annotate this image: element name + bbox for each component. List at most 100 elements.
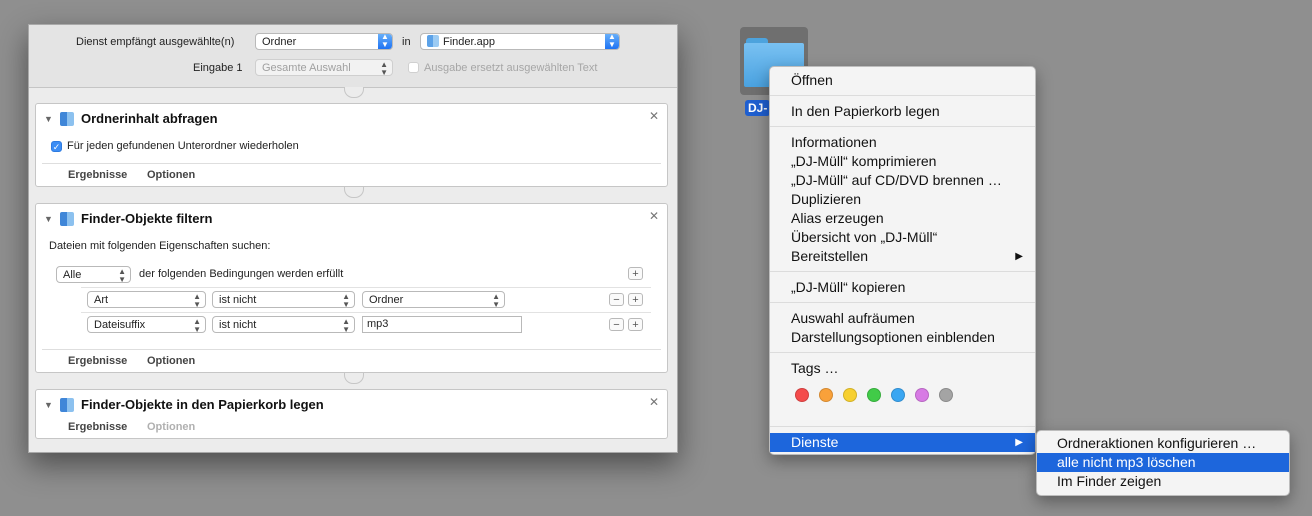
menu-item-services[interactable]: Dienste ▶: [770, 433, 1035, 452]
action-get-folder-contents: ▼ Ordnerinhalt abfragen ✕ ✓ Für jeden ge…: [35, 103, 668, 187]
filter-description: Dateien mit folgenden Eigenschaften such…: [49, 240, 271, 252]
receives-value: Ordner: [262, 36, 297, 48]
tab-options[interactable]: Optionen: [147, 421, 195, 433]
menu-separator: [770, 352, 1035, 353]
remove-condition-button[interactable]: −: [609, 293, 624, 306]
condition-attribute: Art: [94, 294, 109, 306]
tab-options[interactable]: Optionen: [147, 169, 195, 181]
input-value: Gesamte Auswahl: [262, 62, 351, 74]
menu-item-open[interactable]: Öffnen: [770, 71, 1035, 90]
action-move-to-trash: ▼ Finder-Objekte in den Papierkorb legen…: [35, 389, 668, 439]
finder-icon: [60, 398, 74, 412]
close-icon[interactable]: ✕: [649, 109, 659, 123]
menu-item-view-options[interactable]: Darstellungsoptionen einblenden: [770, 328, 1035, 347]
tag-color-dot[interactable]: [915, 388, 929, 402]
popup-arrows-icon: ▲ ▼: [193, 292, 201, 308]
menu-separator: [770, 126, 1035, 127]
folder-label[interactable]: DJ-: [745, 100, 771, 116]
menu-item-compress[interactable]: „DJ-Müll“ komprimieren: [770, 152, 1035, 171]
finder-icon: [427, 35, 439, 47]
tag-color-dot[interactable]: [891, 388, 905, 402]
workflow-header: Dienst empfängt ausgewählte(n) Ordner ▲ ▼…: [29, 25, 677, 88]
tab-results[interactable]: Ergebnisse: [68, 355, 127, 367]
receives-label: Dienst empfängt ausgewählte(n): [76, 36, 235, 48]
condition-attribute-popup[interactable]: Dateisuffix ▲ ▼: [87, 316, 206, 333]
action-footer: Ergebnisse Optionen: [42, 416, 661, 438]
condition-operator: ist nicht: [219, 294, 257, 306]
condition-value: Ordner: [369, 294, 404, 306]
match-popup[interactable]: Alle ▲ ▼: [56, 266, 131, 283]
condition-operator: ist nicht: [219, 319, 257, 331]
tag-color-dot[interactable]: [867, 388, 881, 402]
menu-item-copy[interactable]: „DJ-Müll“ kopieren: [770, 278, 1035, 297]
menu-item-trash[interactable]: In den Papierkorb legen: [770, 102, 1035, 121]
submenu-arrow-icon: ▶: [1015, 437, 1023, 448]
submenu-item-show-in-finder[interactable]: Im Finder zeigen: [1037, 472, 1289, 491]
application-popup[interactable]: Finder.app ▲ ▼: [420, 33, 620, 50]
tag-color-dot[interactable]: [795, 388, 809, 402]
close-icon[interactable]: ✕: [649, 209, 659, 223]
finder-icon: [60, 112, 74, 126]
condition-attribute: Dateisuffix: [94, 319, 146, 331]
menu-item-burn[interactable]: „DJ-Müll“ auf CD/DVD brennen …: [770, 171, 1035, 190]
add-condition-button[interactable]: +: [628, 318, 643, 331]
disclosure-triangle-icon[interactable]: ▼: [44, 114, 53, 124]
tab-options[interactable]: Optionen: [147, 355, 195, 367]
condition-operator-popup[interactable]: ist nicht ▲ ▼: [212, 291, 355, 308]
input-popup[interactable]: Gesamte Auswahl ▲ ▼: [255, 59, 393, 76]
tag-color-dot[interactable]: [843, 388, 857, 402]
divider: [81, 312, 651, 313]
receives-popup[interactable]: Ordner ▲ ▼: [255, 33, 393, 50]
add-condition-button[interactable]: +: [628, 267, 643, 280]
popup-arrows-icon: ▲ ▼: [342, 292, 350, 308]
popup-arrows-icon: ▲ ▼: [605, 34, 619, 49]
action-connector: [344, 373, 364, 384]
condition-attribute-popup[interactable]: Art ▲ ▼: [87, 291, 206, 308]
action-title: Finder-Objekte filtern: [81, 211, 213, 226]
tab-results[interactable]: Ergebnisse: [68, 169, 127, 181]
action-title: Finder-Objekte in den Papierkorb legen: [81, 397, 324, 412]
tab-results[interactable]: Ergebnisse: [68, 421, 127, 433]
replace-text-label: Ausgabe ersetzt ausgewählten Text: [424, 62, 598, 74]
match-value: Alle: [63, 269, 82, 281]
condition-operator-popup[interactable]: ist nicht ▲ ▼: [212, 316, 355, 333]
popup-arrows-icon: ▲ ▼: [380, 60, 388, 76]
disclosure-triangle-icon[interactable]: ▼: [44, 400, 53, 410]
submenu-item-folder-actions[interactable]: Ordneraktionen konfigurieren …: [1037, 434, 1289, 453]
application-value: Finder.app: [443, 36, 495, 48]
action-connector: [344, 187, 364, 198]
menu-separator: [770, 271, 1035, 272]
repeat-subfolders-checkbox[interactable]: ✓: [51, 141, 62, 152]
condition-value-input[interactable]: mp3: [362, 316, 522, 333]
context-menu: Öffnen In den Papierkorb legen Informati…: [769, 66, 1036, 455]
menu-item-tags[interactable]: Tags …: [770, 359, 1035, 378]
tag-color-dot[interactable]: [939, 388, 953, 402]
repeat-subfolders-label: Für jeden gefundenen Unterordner wiederh…: [67, 140, 299, 152]
menu-item-share[interactable]: Bereitstellen ▶: [770, 247, 1035, 266]
action-connector: [344, 87, 364, 98]
add-condition-button[interactable]: +: [628, 293, 643, 306]
menu-item-duplicate[interactable]: Duplizieren: [770, 190, 1035, 209]
services-submenu: Ordneraktionen konfigurieren … alle nich…: [1036, 430, 1290, 496]
condition-value-popup[interactable]: Ordner ▲ ▼: [362, 291, 505, 308]
menu-item-info[interactable]: Informationen: [770, 133, 1035, 152]
replace-text-checkbox[interactable]: [408, 62, 419, 73]
popup-arrows-icon: ▲ ▼: [378, 34, 392, 49]
popup-arrows-icon: ▲ ▼: [492, 292, 500, 308]
divider: [81, 287, 651, 288]
close-icon[interactable]: ✕: [649, 395, 659, 409]
remove-condition-button[interactable]: −: [609, 318, 624, 331]
submenu-arrow-icon: ▶: [1015, 251, 1023, 262]
menu-item-quicklook[interactable]: Übersicht von „DJ-Müll“: [770, 228, 1035, 247]
popup-arrows-icon: ▲ ▼: [342, 317, 350, 333]
submenu-item-delete-non-mp3[interactable]: alle nicht mp3 löschen: [1037, 453, 1289, 472]
action-filter-finder-items: ▼ Finder-Objekte filtern ✕ Dateien mit f…: [35, 203, 668, 373]
menu-separator: [770, 426, 1035, 427]
match-suffix: der folgenden Bedingungen werden erfüllt: [139, 268, 344, 280]
menu-item-cleanup[interactable]: Auswahl aufräumen: [770, 309, 1035, 328]
menu-separator: [770, 95, 1035, 96]
finder-icon: [60, 212, 74, 226]
tag-color-dot[interactable]: [819, 388, 833, 402]
menu-item-alias[interactable]: Alias erzeugen: [770, 209, 1035, 228]
disclosure-triangle-icon[interactable]: ▼: [44, 214, 53, 224]
